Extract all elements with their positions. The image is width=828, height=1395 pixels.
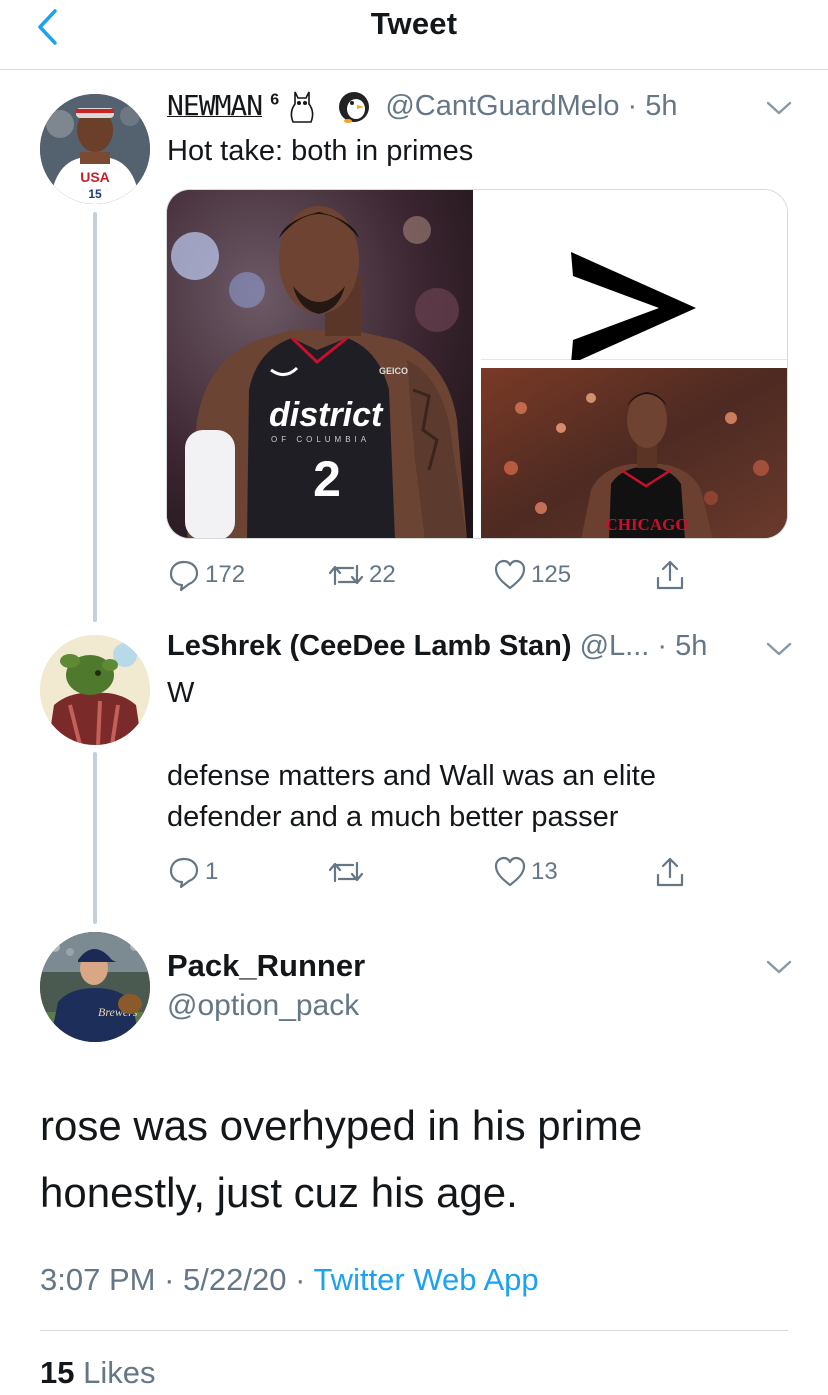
handle[interactable]: @L... (580, 630, 650, 662)
owl-icon (287, 90, 317, 124)
tweet-header: LeShrek (CeeDee Lamb Stan) @L... · 5h (167, 630, 708, 662)
heart-icon (494, 559, 526, 590)
reply-button[interactable]: 172 (167, 555, 245, 595)
timestamp: 5h (675, 630, 708, 662)
display-name[interactable]: Pack_Runner (167, 948, 365, 984)
chevron-down-icon[interactable] (763, 956, 795, 978)
tweet-text: defender and a much better passer (167, 801, 619, 833)
share-button[interactable] (653, 555, 687, 595)
avatar[interactable]: USA 15 (40, 94, 150, 204)
handle[interactable]: @CantGuardMelo (385, 90, 619, 122)
reply-count: 172 (205, 561, 246, 588)
like-button[interactable]: 13 (493, 852, 558, 892)
thread-connector (93, 752, 97, 924)
reply-button[interactable]: 1 (167, 852, 218, 892)
source-app-link[interactable]: Twitter Web App (313, 1262, 538, 1297)
avatar[interactable] (40, 635, 150, 745)
chevron-down-icon[interactable] (763, 97, 795, 119)
reply-icon (169, 857, 199, 889)
retweet-icon (328, 564, 364, 586)
svg-text:2: 2 (313, 451, 341, 507)
tweet-actions: 172 22 125 (167, 555, 727, 595)
svg-text:district: district (269, 396, 384, 434)
likes-label: Likes (83, 1355, 156, 1390)
svg-text:CHICAGO: CHICAGO (605, 515, 688, 534)
display-name[interactable]: LeShrek (CeeDee Lamb Stan) (167, 630, 572, 662)
retweet-button[interactable]: 22 (327, 555, 396, 595)
page-title: Tweet (370, 6, 458, 41)
tweet-time: 3:07 PM (40, 1262, 156, 1297)
reply-icon (169, 560, 199, 592)
top-nav-bar: Tweet (0, 0, 828, 70)
tweet-text: defense matters and Wall was an elite (167, 760, 656, 792)
retweet-icon (328, 861, 364, 883)
media-grid[interactable]: GEICO district OF COLUMBIA 2 > (166, 189, 788, 539)
chevron-down-icon[interactable] (763, 638, 795, 660)
reply-count: 1 (205, 858, 219, 885)
photo-player-symbol[interactable]: > (481, 190, 787, 364)
handle[interactable]: @option_pack (167, 989, 359, 1023)
share-button[interactable] (653, 852, 687, 892)
svg-text:15: 15 (88, 187, 102, 201)
svg-text:USA: USA (80, 169, 110, 185)
like-button[interactable]: 125 (493, 555, 571, 595)
like-count: 125 (531, 561, 572, 588)
tweet-date: 5/22/20 (183, 1262, 287, 1297)
photo-player-left[interactable]: GEICO district OF COLUMBIA 2 (167, 190, 473, 538)
svg-text:OF COLUMBIA: OF COLUMBIA (271, 435, 370, 444)
penguin-icon (337, 90, 371, 124)
main-tweet-line: honestly, just cuz his age. (40, 1169, 518, 1216)
timestamp: 5h (645, 90, 678, 122)
retweet-button[interactable] (327, 852, 369, 892)
likes-count: 15 (40, 1355, 75, 1390)
like-count: 13 (531, 858, 558, 885)
main-tweet-line: rose was overhyped in his prime (40, 1102, 643, 1149)
divider (40, 1330, 788, 1331)
tweet-text: Hot take: both in primes (167, 135, 474, 167)
avatar[interactable]: Brewers (40, 932, 150, 1042)
main-tweet-text: rose was overhyped in his prime honestly… (40, 1092, 800, 1226)
photo-player-right[interactable]: CHICAGO (481, 368, 787, 538)
thread-connector (93, 212, 97, 622)
likes-summary[interactable]: 15 Likes (40, 1355, 155, 1391)
tweet-text: W (167, 677, 195, 709)
heart-icon (494, 856, 526, 887)
tweet-meta: 3:07 PM · 5/22/20 · Twitter Web App (40, 1262, 539, 1297)
share-icon (656, 560, 684, 590)
retweet-count: 22 (369, 561, 396, 588)
tweet-actions: 1 13 (167, 852, 727, 892)
display-name[interactable]: NEWMAN (167, 89, 263, 122)
svg-text:GEICO: GEICO (379, 366, 408, 376)
name-suffix: 6 (270, 91, 280, 109)
tweet-header: NEWMAN 6 @CantGuardMelo · 5h (167, 89, 678, 124)
share-icon (656, 857, 684, 887)
